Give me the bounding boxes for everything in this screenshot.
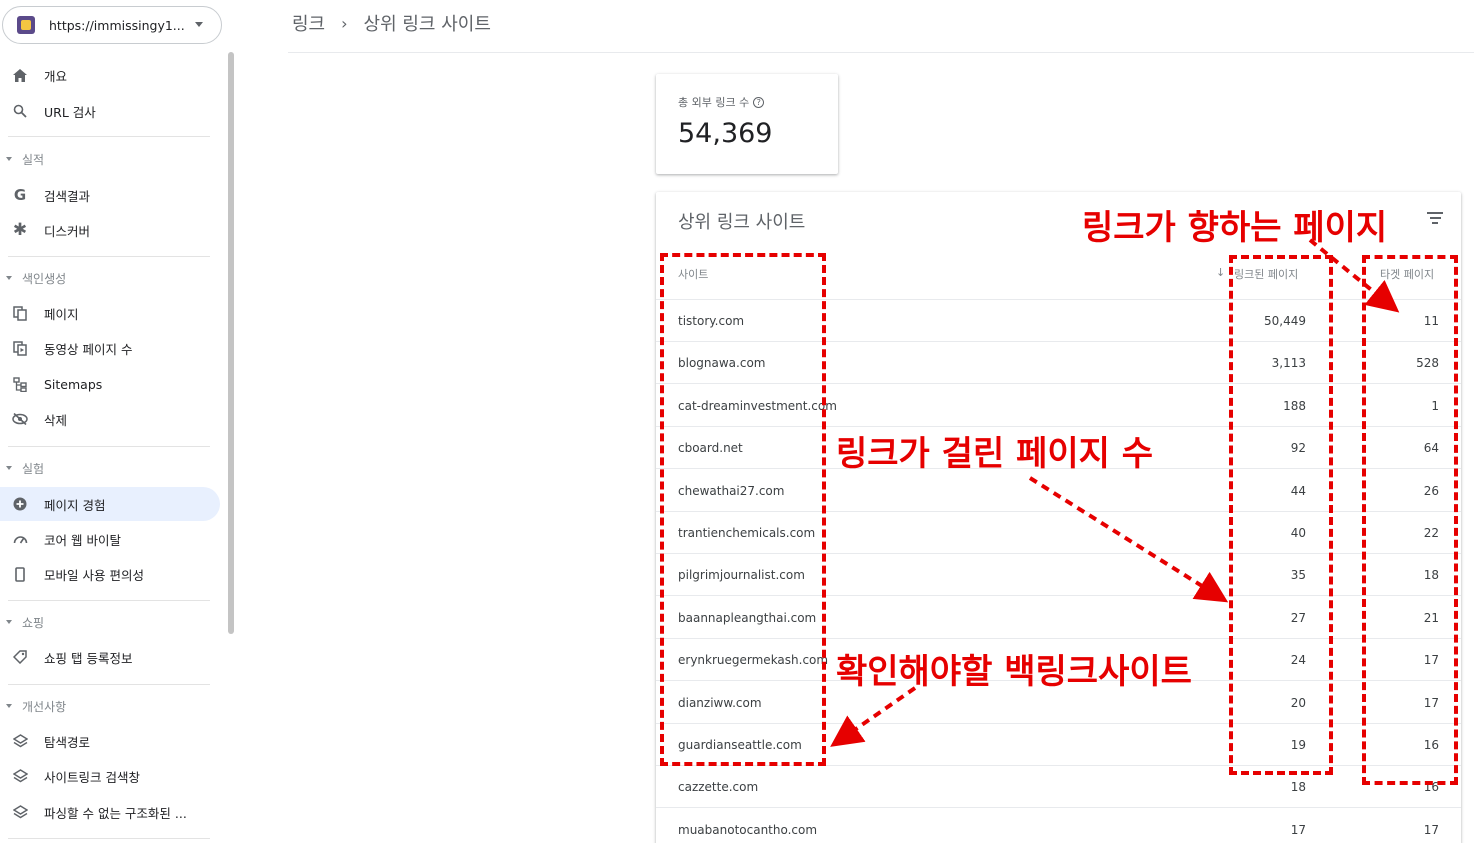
chevron-down-icon — [195, 22, 203, 27]
annotation-box-linked-pages — [1229, 255, 1333, 775]
table-row[interactable]: cazzette.com 18 16 — [656, 766, 1461, 809]
collapse-icon — [6, 704, 12, 708]
google-g-icon: G — [13, 186, 27, 204]
row-site: muabanotocantho.com — [678, 822, 818, 837]
divider — [8, 838, 210, 839]
section-experience[interactable]: 실험 — [0, 456, 220, 480]
sidebar-item-label: 동영상 페이지 수 — [44, 341, 133, 357]
site-favicon-icon — [17, 16, 35, 34]
sidebar-item-label: 검색결과 — [44, 188, 91, 204]
sidebar-item-label: 파싱할 수 없는 구조화된 ... — [44, 805, 187, 821]
sidebar-item-search-results[interactable]: G 검색결과 — [0, 178, 220, 212]
home-icon — [12, 67, 28, 83]
section-label: 색인생성 — [22, 271, 67, 286]
sidebar-item-label: 페이지 경험 — [44, 497, 106, 513]
total-external-links-card[interactable]: 총 외부 링크 수 ? 54,369 — [656, 74, 838, 174]
section-label: 실적 — [22, 152, 45, 167]
section-label: 쇼핑 — [22, 615, 45, 630]
video-pages-icon — [12, 340, 28, 356]
sidebar-item-label: 개요 — [44, 68, 68, 84]
property-url: https://immissingy1... — [49, 17, 185, 33]
stat-label: 총 외부 링크 수 — [678, 96, 750, 109]
sidebar-item-label: 페이지 — [44, 306, 79, 322]
eye-off-icon — [12, 411, 28, 427]
annotation-linked-pages: 링크가 걸린 페이지 수 — [836, 434, 1154, 474]
sidebar-scrollbar[interactable] — [228, 52, 234, 634]
sidebar-item-label: 모바일 사용 편의성 — [44, 567, 144, 583]
row-linked-pages: 17 — [1290, 822, 1306, 837]
sidebar-item-label: 삭제 — [44, 412, 68, 428]
sidebar-item-url-inspection[interactable]: URL 검사 — [0, 94, 220, 128]
sidebar-item-label: 탐색경로 — [44, 734, 91, 750]
annotation-target-pages: 링크가 향하는 페이지 — [1082, 208, 1388, 248]
collapse-icon — [6, 157, 12, 161]
pages-icon — [12, 305, 28, 321]
section-indexing[interactable]: 색인생성 — [0, 266, 220, 290]
breadcrumb-parent[interactable]: 링크 — [292, 10, 325, 36]
search-icon — [12, 103, 28, 119]
sidebar-item-sitelinks-searchbox[interactable]: 사이트링크 검색창 — [0, 759, 220, 793]
sidebar-item-sitemaps[interactable]: Sitemaps — [0, 367, 220, 401]
sidebar-item-discover[interactable]: ✱ 디스커버 — [0, 213, 220, 247]
breadcrumb: 링크 › 상위 링크 사이트 — [292, 10, 491, 36]
help-icon[interactable]: ? — [753, 96, 765, 108]
stat-value: 54,369 — [678, 118, 773, 149]
divider — [8, 446, 210, 447]
layers-icon — [12, 768, 28, 784]
sidebar-item-removals[interactable]: 삭제 — [0, 402, 220, 436]
gauge-icon — [12, 531, 28, 547]
section-performance[interactable]: 실적 — [0, 147, 220, 171]
section-label: 개선사항 — [22, 699, 67, 714]
divider — [8, 136, 210, 137]
page-title: 상위 링크 사이트 — [363, 14, 491, 35]
layers-icon — [12, 804, 28, 820]
annotation-backlink-sites: 확인해야할 백링크사이트 — [836, 652, 1192, 692]
section-label: 실험 — [22, 461, 45, 476]
phone-icon — [12, 566, 28, 582]
property-selector[interactable]: https://immissingy1... — [2, 6, 222, 44]
section-enhancements[interactable]: 개선사항 — [0, 694, 220, 718]
sidebar-item-label: Sitemaps — [44, 376, 103, 392]
table-title: 상위 링크 사이트 — [678, 212, 806, 233]
divider — [8, 684, 210, 685]
sidebar-item-shopping-listings[interactable]: 쇼핑 탭 등록정보 — [0, 640, 220, 674]
sidebar-item-label: 사이트링크 검색창 — [44, 769, 140, 785]
sidebar-item-pages[interactable]: 페이지 — [0, 296, 220, 330]
sort-down-icon[interactable]: ↓ — [1216, 266, 1225, 279]
divider — [8, 256, 210, 257]
stat-label-row: 총 외부 링크 수 ? — [678, 94, 816, 110]
sidebar-item-page-experience[interactable]: 페이지 경험 — [0, 487, 220, 521]
sidebar-item-label: 쇼핑 탭 등록정보 — [44, 650, 133, 666]
sidebar-item-video-pages[interactable]: 동영상 페이지 수 — [0, 331, 220, 365]
chevron-right-icon: › — [341, 13, 348, 33]
row-target-pages: 17 — [1423, 822, 1439, 837]
collapse-icon — [6, 620, 12, 624]
collapse-icon — [6, 276, 12, 280]
sidebar: https://immissingy1... 개요 URL 검사 실적 G 검색… — [0, 0, 236, 843]
filter-icon[interactable] — [1427, 212, 1443, 224]
sidebar-item-core-web-vitals[interactable]: 코어 웹 바이탈 — [0, 522, 220, 556]
collapse-icon — [6, 466, 12, 470]
row-site: cazzette.com — [678, 780, 759, 795]
sidebar-item-label: 디스커버 — [44, 223, 91, 239]
layers-icon — [12, 733, 28, 749]
sidebar-item-mobile-usability[interactable]: 모바일 사용 편의성 — [0, 557, 220, 591]
section-shopping[interactable]: 쇼핑 — [0, 610, 220, 634]
tag-icon — [12, 649, 28, 665]
sidebar-item-label: URL 검사 — [44, 104, 96, 120]
sidebar-item-unparsable-structured-data[interactable]: 파싱할 수 없는 구조화된 ... — [0, 795, 220, 829]
asterisk-icon: ✱ — [12, 220, 28, 240]
sidebar-item-label: 코어 웹 바이탈 — [44, 532, 121, 548]
sidebar-item-breadcrumbs[interactable]: 탐색경로 — [0, 724, 220, 758]
divider — [8, 600, 210, 601]
sitemap-icon — [12, 376, 28, 392]
row-linked-pages: 18 — [1290, 780, 1306, 795]
sidebar-item-overview[interactable]: 개요 — [0, 58, 220, 92]
annotation-box-sites — [660, 253, 826, 766]
header-divider — [288, 52, 1474, 53]
table-row[interactable]: muabanotocantho.com 17 17 — [656, 809, 1461, 843]
plus-circle-icon — [12, 496, 28, 512]
annotation-box-target-pages — [1362, 255, 1458, 785]
